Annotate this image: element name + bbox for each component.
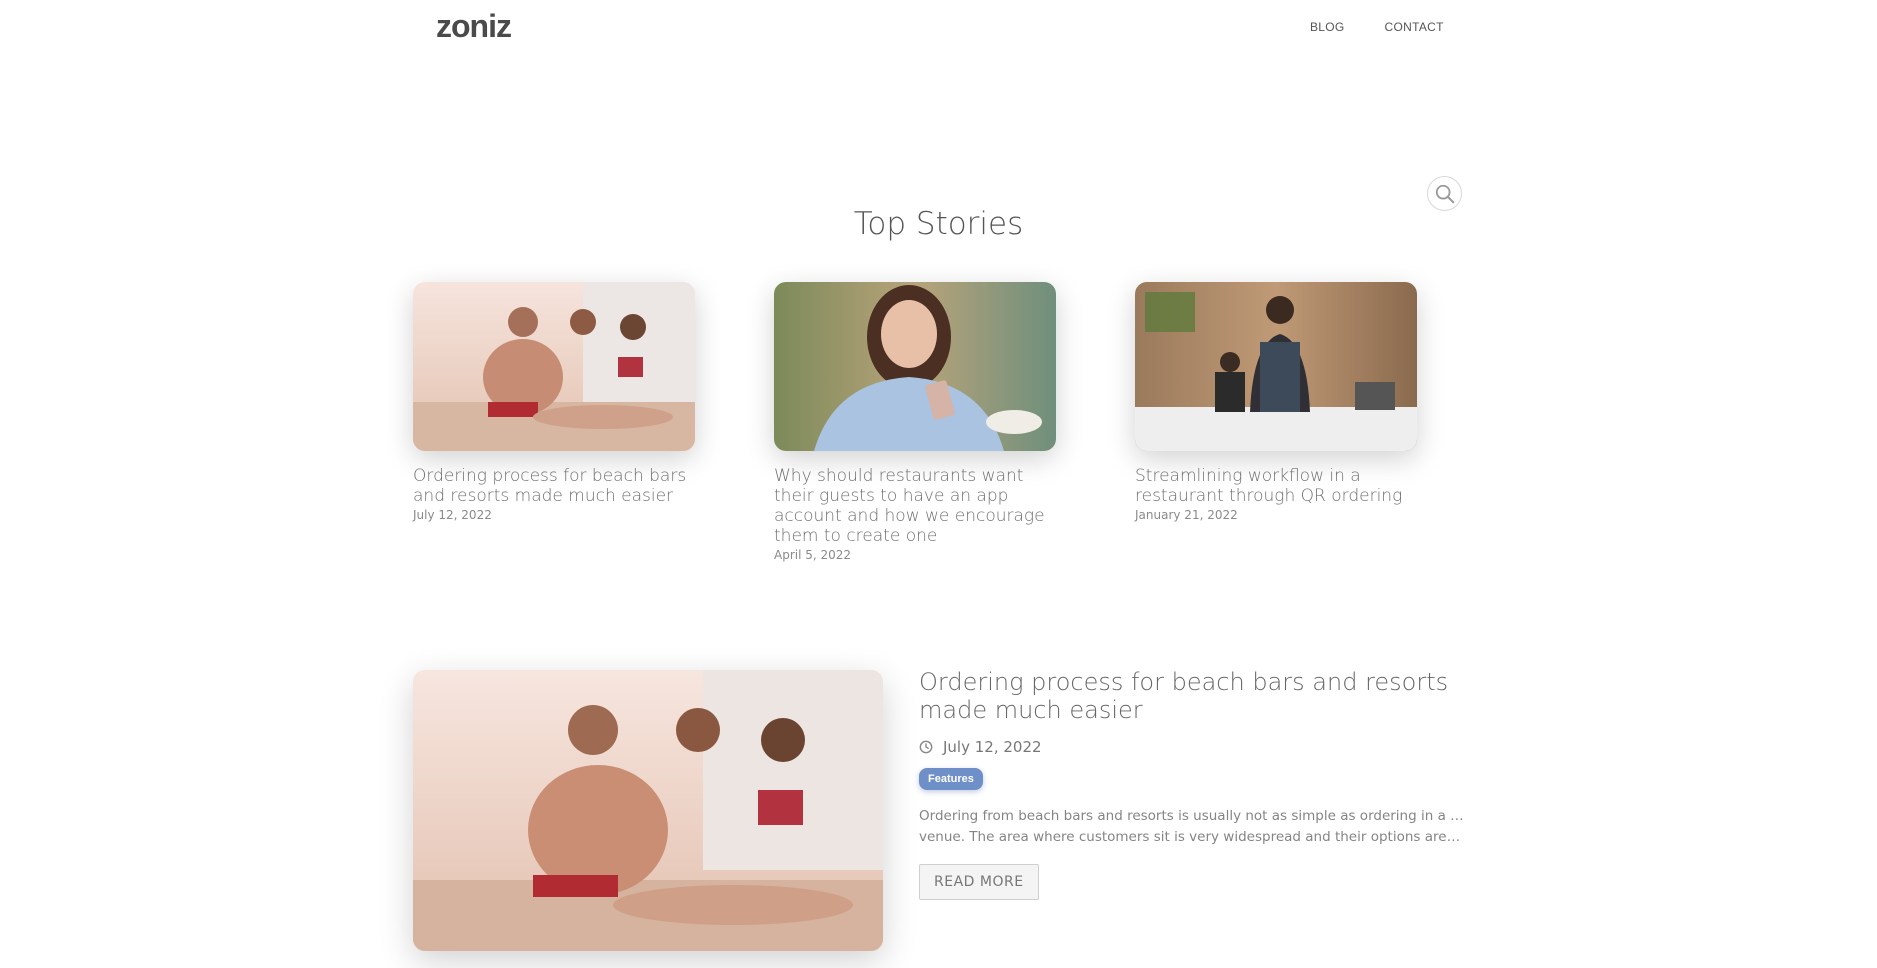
story-card[interactable]: Streamlining workflow in a restaurant th…	[1135, 282, 1417, 522]
story-date: January 21, 2022	[1135, 508, 1238, 522]
excerpt-line: venue. The area where customers sit is v…	[919, 829, 1464, 845]
story-image-barista[interactable]	[1135, 282, 1417, 451]
category-badge[interactable]: Features	[919, 768, 983, 790]
story-title[interactable]: Why should restaurants want their guests…	[774, 466, 1056, 546]
featured-date: July 12, 2022	[943, 738, 1042, 756]
featured-excerpt: Ordering from beach bars and resorts is …	[919, 806, 1464, 848]
story-title[interactable]: Streamlining workflow in a restaurant th…	[1135, 466, 1417, 506]
story-image-beach[interactable]	[413, 282, 695, 451]
story-card[interactable]: Why should restaurants want their guests…	[774, 282, 1056, 562]
excerpt-line: Ordering from beach bars and resorts is …	[919, 808, 1464, 824]
site-header: zoniz BLOG CONTACT	[0, 0, 1877, 60]
nav-blog[interactable]: BLOG	[1310, 20, 1345, 34]
clock-icon	[919, 740, 933, 754]
story-title[interactable]: Ordering process for beach bars and reso…	[413, 466, 695, 506]
search-icon	[1435, 184, 1454, 203]
nav-contact[interactable]: CONTACT	[1385, 20, 1444, 34]
read-more-button[interactable]: READ MORE	[919, 864, 1039, 900]
main-nav: BLOG CONTACT	[1310, 20, 1444, 34]
featured-title[interactable]: Ordering process for beach bars and reso…	[919, 668, 1464, 724]
featured-date-row: July 12, 2022	[919, 738, 1464, 756]
top-stories-heading: Top Stories	[853, 206, 1024, 242]
featured-image-beach[interactable]	[413, 670, 883, 951]
featured-article: Ordering process for beach bars and reso…	[919, 668, 1464, 900]
zoniz-logo[interactable]: zoniz	[436, 8, 512, 45]
story-date: July 12, 2022	[413, 508, 492, 522]
story-image-woman-phone[interactable]	[774, 282, 1056, 451]
story-card[interactable]: Ordering process for beach bars and reso…	[413, 282, 695, 522]
story-date: April 5, 2022	[774, 548, 852, 562]
